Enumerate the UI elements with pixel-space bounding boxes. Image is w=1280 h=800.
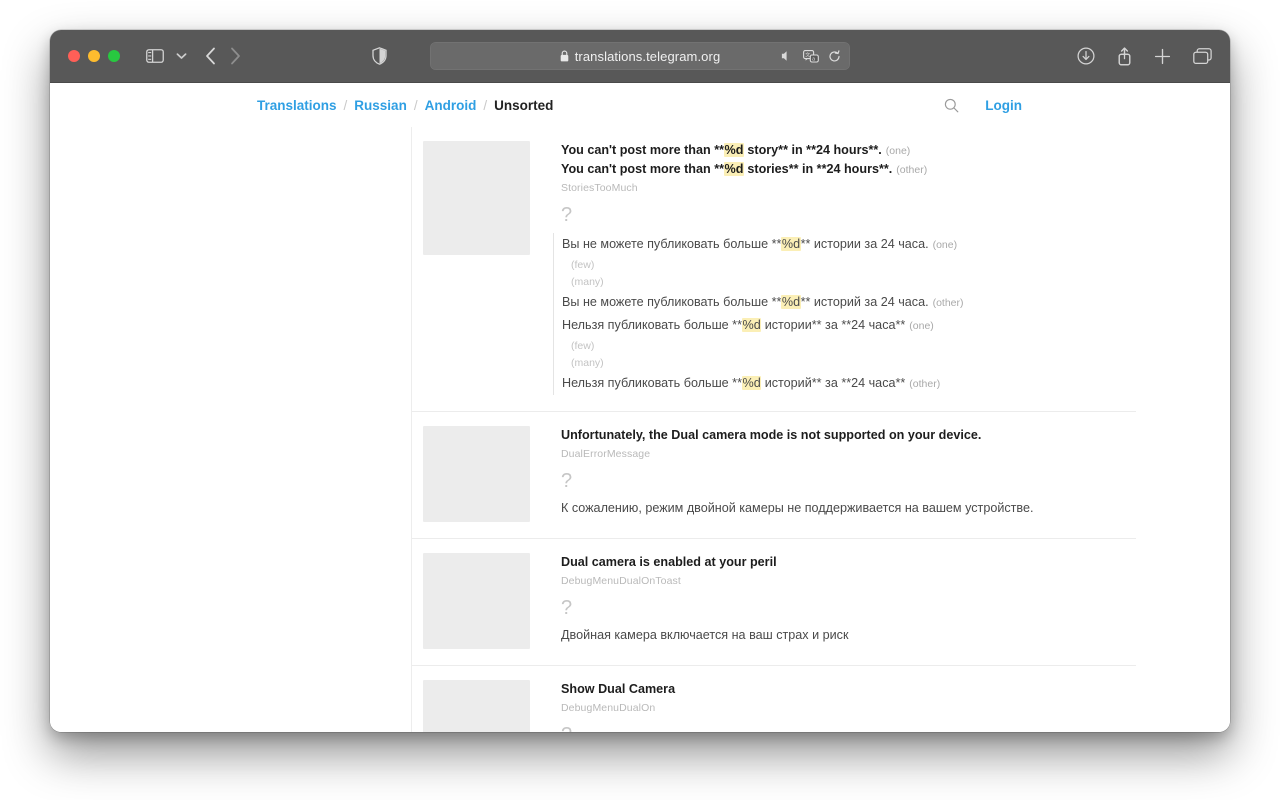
browser-window: translations.telegram.org 文 a Translatio… — [50, 30, 1230, 732]
window-controls — [68, 50, 120, 62]
url-text: translations.telegram.org — [574, 48, 721, 64]
translation-text-pre: Нельзя публиковать больше ** — [562, 318, 742, 332]
downloads-icon[interactable] — [1077, 47, 1095, 65]
plural-form-tag: (one) — [932, 239, 958, 251]
breadcrumb-item-android[interactable]: Android — [425, 98, 477, 113]
status-question-mark: ? — [561, 724, 1136, 733]
string-key: DebugMenuDualOnToast — [561, 574, 681, 587]
translation-suggestion[interactable]: Нельзя публиковать больше **%d истории**… — [553, 314, 1136, 395]
source-string-line: You can't post more than **%d story** in… — [561, 142, 1136, 161]
translation-suggestion[interactable]: Вы не можете публиковать больше **%d** и… — [553, 233, 1136, 314]
breadcrumb-separator: / — [413, 97, 418, 113]
page-viewport: Translations / Russian / Android / Unsor… — [50, 83, 1230, 732]
plural-form-tag: (other) — [896, 163, 928, 176]
chevron-down-icon[interactable] — [176, 52, 187, 60]
plural-form-tag: (one) — [885, 145, 911, 157]
source-string-line: Show Dual Camera — [561, 682, 676, 696]
new-tab-icon[interactable] — [1154, 48, 1171, 65]
lock-icon — [560, 50, 569, 62]
placeholder-token: %d — [724, 143, 744, 157]
translation-empty-form: (many) — [571, 275, 604, 288]
string-key: StoriesTooMuch — [561, 182, 638, 194]
translation-empty-form: (few) — [571, 258, 595, 271]
translation-line: Нельзя публиковать больше **%d историй**… — [562, 372, 1136, 396]
share-icon[interactable] — [1117, 46, 1132, 66]
translation-text-post: истории** за **24 часа** — [761, 318, 906, 332]
string-key: DebugMenuDualOn — [561, 701, 656, 714]
string-key: DualErrorMessage — [561, 447, 651, 460]
screenshot-placeholder — [423, 141, 530, 255]
screenshot-placeholder — [423, 426, 530, 522]
close-window-button[interactable] — [68, 50, 80, 62]
source-text-pre: You can't post more than ** — [561, 161, 724, 176]
translation-card[interactable]: Show Dual Camera DebugMenuDualOn ? Показ… — [412, 666, 1136, 732]
status-question-mark: ? — [561, 204, 573, 226]
placeholder-token: %d — [724, 161, 744, 176]
back-button-icon[interactable] — [205, 47, 216, 65]
translation-text-post: ** историй за 24 часа. — [800, 294, 929, 309]
placeholder-token: %d — [781, 237, 801, 251]
browser-toolbar: translations.telegram.org 文 a — [50, 30, 1230, 83]
source-string-line: Dual camera is enabled at your peril — [561, 555, 777, 569]
breadcrumb-separator: / — [343, 97, 348, 113]
screenshot-placeholder — [423, 553, 530, 649]
translation-text-pre: Нельзя публиковать больше ** — [562, 375, 742, 390]
translation-card[interactable]: Unfortunately, the Dual camera mode is n… — [412, 412, 1136, 539]
placeholder-token: %d — [781, 294, 801, 309]
login-link[interactable]: Login — [985, 98, 1022, 113]
breadcrumb: Translations / Russian / Android / Unsor… — [257, 83, 553, 127]
breadcrumb-item-russian[interactable]: Russian — [354, 98, 407, 113]
translation-text-post: ** истории за 24 часа. — [800, 237, 929, 251]
source-text-post: story** in **24 hours**. — [743, 143, 882, 157]
svg-text:a: a — [812, 56, 815, 62]
translation-text-pre: Вы не можете публиковать больше ** — [562, 294, 782, 309]
translation-list: You can't post more than **%d story** in… — [411, 127, 1230, 732]
zoom-window-button[interactable] — [108, 50, 120, 62]
source-text-post: stories** in **24 hours**. — [743, 161, 893, 176]
mute-icon[interactable] — [781, 50, 794, 62]
screenshot-placeholder — [423, 680, 530, 732]
status-question-mark: ? — [561, 596, 573, 619]
site-header: Translations / Russian / Android / Unsor… — [50, 83, 1230, 127]
site-header-actions: Login — [944, 83, 1022, 127]
translation-empty-form: (few) — [571, 339, 595, 352]
translation-line: Нельзя публиковать больше **%d истории**… — [562, 314, 1136, 338]
translation-line[interactable]: Двойная камера включается на ваш страх и… — [561, 626, 1136, 644]
translation-text-pre: Вы не можете публиковать больше ** — [562, 237, 782, 251]
search-icon[interactable] — [944, 98, 959, 113]
placeholder-token: %d — [742, 318, 762, 332]
breadcrumb-item-unsorted: Unsorted — [494, 97, 554, 113]
sidebar-toggle-icon[interactable] — [146, 49, 164, 63]
breadcrumb-item-translations[interactable]: Translations — [257, 98, 337, 113]
reload-icon[interactable] — [828, 49, 841, 63]
placeholder-token: %d — [742, 375, 762, 390]
tab-overview-icon[interactable] — [1193, 47, 1212, 65]
translation-text-post: историй** за **24 часа** — [761, 375, 906, 390]
plural-form-tag: (one) — [909, 320, 934, 332]
status-question-mark: ? — [561, 469, 573, 492]
translation-line[interactable]: К сожалению, режим двойной камеры не под… — [561, 499, 1136, 517]
svg-text:文: 文 — [805, 51, 810, 58]
translation-empty-form: (many) — [571, 356, 604, 369]
source-string-line: You can't post more than **%d stories** … — [561, 161, 1136, 180]
translation-card[interactable]: You can't post more than **%d story** in… — [412, 127, 1136, 412]
privacy-shield-icon[interactable] — [372, 47, 387, 65]
address-bar[interactable]: translations.telegram.org 文 a — [430, 42, 850, 70]
translation-line: Вы не можете публиковать больше **%d** и… — [562, 291, 1136, 315]
source-text-pre: You can't post more than ** — [561, 143, 724, 157]
minimize-window-button[interactable] — [88, 50, 100, 62]
plural-form-tag: (other) — [909, 377, 941, 390]
breadcrumb-separator: / — [483, 97, 488, 113]
translation-line: Вы не можете публиковать больше **%d** и… — [562, 233, 1136, 257]
source-string-line: Unfortunately, the Dual camera mode is n… — [561, 428, 982, 442]
translation-card[interactable]: Dual camera is enabled at your peril Deb… — [412, 539, 1136, 666]
plural-form-tag: (other) — [932, 296, 964, 309]
translate-icon[interactable]: 文 a — [803, 49, 819, 63]
forward-button-icon[interactable] — [230, 47, 241, 65]
